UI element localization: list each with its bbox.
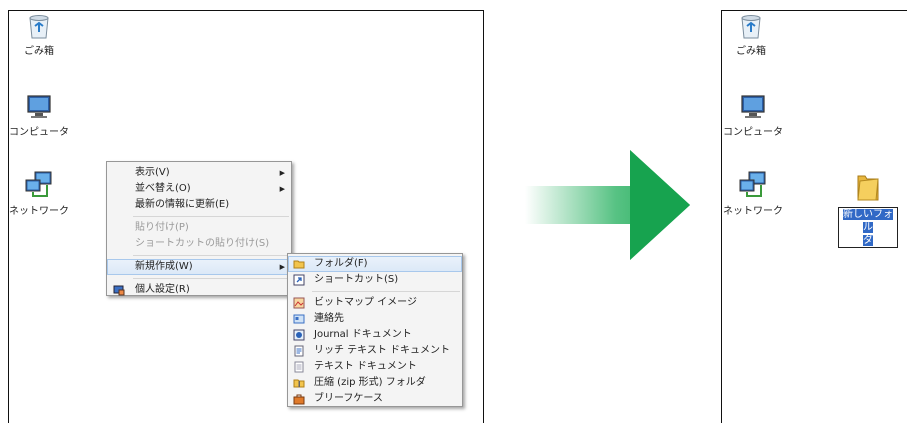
menu-item-paste-shortcut[interactable]: ショートカットの貼り付け(S) — [107, 236, 291, 252]
submenu-item-contact[interactable]: 連絡先 — [288, 311, 462, 327]
network-shortcut[interactable]: ネットワーク — [718, 170, 788, 217]
menu-item-paste[interactable]: 貼り付け(P) — [107, 220, 291, 236]
network-icon — [739, 171, 766, 197]
submenu-item-text-label: テキスト ドキュメント — [314, 361, 417, 372]
menu-item-new-label: 新規作成(W) — [135, 261, 193, 272]
recycle-bin-shortcut[interactable]: ごみ箱 — [4, 12, 74, 57]
submenu-item-zip[interactable]: 圧縮 (zip 形式) フォルダ — [288, 375, 462, 391]
new-submenu: フォルダ(F) ショートカット(S) ビットマップ イメージ 連絡先 Journ… — [287, 253, 463, 407]
new-folder-icon[interactable] — [855, 170, 881, 202]
menu-item-view[interactable]: 表示(V) ▶ — [107, 165, 291, 181]
menu-item-sort-label: 並べ替え(O) — [135, 183, 191, 194]
rich-text-icon — [294, 345, 304, 357]
submenu-item-rich-text-label: リッチ テキスト ドキュメント — [314, 345, 451, 356]
menu-item-view-label: 表示(V) — [135, 167, 170, 178]
computer-label: コンピュータ — [723, 127, 783, 138]
submenu-item-folder[interactable]: フォルダ(F) — [288, 256, 462, 272]
menu-separator — [133, 216, 289, 217]
menu-separator — [133, 255, 289, 256]
computer-shortcut[interactable]: コンピュータ — [4, 93, 74, 138]
menu-item-paste-label: 貼り付け(P) — [135, 222, 189, 233]
rename-line1: 新しいフォル — [843, 209, 893, 233]
zip-folder-icon — [293, 379, 305, 388]
transition-arrow-icon — [525, 150, 690, 260]
submenu-item-rich-text[interactable]: リッチ テキスト ドキュメント — [288, 343, 462, 359]
submenu-item-journal-label: Journal ドキュメント — [314, 329, 412, 340]
submenu-item-bitmap[interactable]: ビットマップ イメージ — [288, 295, 462, 311]
rename-line2: ダ — [863, 235, 873, 246]
network-shortcut[interactable]: ネットワーク — [4, 170, 74, 217]
contact-icon — [293, 314, 305, 324]
submenu-item-briefcase[interactable]: ブリーフケース — [288, 391, 462, 407]
folder-icon — [293, 260, 305, 269]
menu-separator — [133, 278, 289, 279]
desktop-context-menu: 表示(V) ▶ 並べ替え(O) ▶ 最新の情報に更新(E) 貼り付け(P) ショ… — [106, 161, 292, 296]
submenu-item-briefcase-label: ブリーフケース — [314, 393, 383, 404]
submenu-item-zip-label: 圧縮 (zip 形式) フォルダ — [314, 377, 426, 388]
submenu-item-shortcut[interactable]: ショートカット(S) — [288, 272, 462, 288]
menu-item-refresh[interactable]: 最新の情報に更新(E) — [107, 197, 291, 213]
computer-shortcut[interactable]: コンピュータ — [718, 93, 788, 138]
network-label: ネットワーク — [723, 206, 783, 217]
submenu-item-contact-label: 連絡先 — [314, 313, 344, 324]
menu-item-sort[interactable]: 並べ替え(O) ▶ — [107, 181, 291, 197]
menu-item-personalize-label: 個人設定(R) — [135, 284, 190, 295]
submenu-item-folder-label: フォルダ(F) — [314, 258, 368, 269]
new-folder-name-editor[interactable]: 新しいフォルダ — [838, 207, 898, 248]
rename-textbox[interactable]: 新しいフォルダ — [838, 207, 898, 248]
menu-item-refresh-label: 最新の情報に更新(E) — [135, 199, 230, 210]
recycle-bin-icon — [741, 15, 761, 39]
recycle-bin-icon — [29, 15, 49, 39]
text-document-icon — [294, 361, 304, 373]
submenu-item-text[interactable]: テキスト ドキュメント — [288, 359, 462, 375]
submenu-arrow-icon: ▶ — [279, 263, 285, 271]
recycle-bin-shortcut[interactable]: ごみ箱 — [716, 12, 786, 57]
computer-label: コンピュータ — [9, 127, 69, 138]
recycle-bin-label: ごみ箱 — [24, 46, 54, 57]
bitmap-icon — [293, 297, 305, 309]
menu-separator — [312, 291, 460, 292]
menu-item-paste-shortcut-label: ショートカットの貼り付け(S) — [135, 238, 270, 249]
shortcut-icon — [293, 274, 305, 286]
submenu-arrow-icon: ▶ — [279, 185, 285, 193]
menu-item-personalize[interactable]: 個人設定(R) — [107, 282, 291, 298]
computer-icon — [741, 95, 765, 118]
submenu-item-bitmap-label: ビットマップ イメージ — [314, 297, 417, 308]
network-icon — [25, 171, 52, 197]
briefcase-icon — [293, 394, 305, 405]
computer-icon — [27, 95, 51, 118]
menu-item-new[interactable]: 新規作成(W) ▶ — [107, 259, 291, 275]
submenu-arrow-icon: ▶ — [279, 169, 285, 177]
submenu-item-shortcut-label: ショートカット(S) — [314, 274, 399, 285]
network-label: ネットワーク — [9, 206, 69, 217]
personalize-icon — [113, 285, 125, 296]
submenu-item-journal[interactable]: Journal ドキュメント — [288, 327, 462, 343]
recycle-bin-label: ごみ箱 — [736, 46, 766, 57]
journal-icon — [293, 329, 305, 341]
